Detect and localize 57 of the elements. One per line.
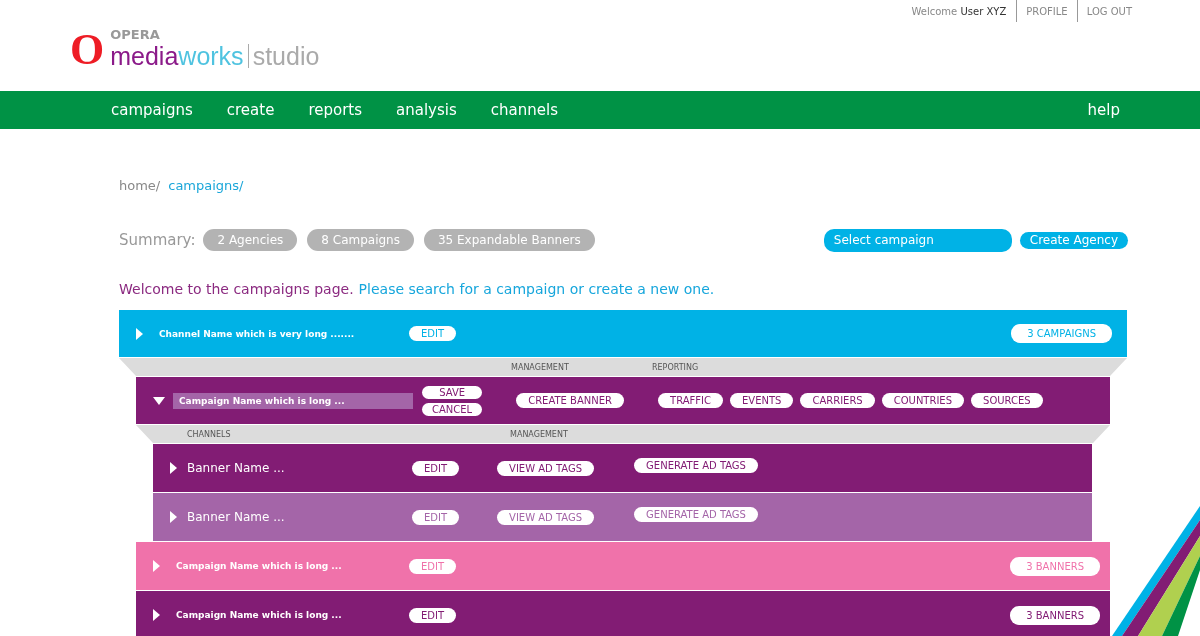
summary-badge: 8 Campaigns [307,229,414,251]
save-button[interactable]: SAVE [422,385,483,399]
create-agency-button[interactable]: Create Agency [1019,231,1128,249]
campaign-name-field[interactable]: Campaign Name which is long ... [173,392,413,409]
generate-ad-tags-button[interactable]: GENERATE AD TAGS [634,506,758,522]
report-button[interactable]: TRAFFIC [658,393,723,408]
column-header: MANAGEMENT [510,430,568,439]
user-menu-link[interactable]: PROFILE [1016,0,1077,22]
welcome-text: Welcome User XYZ [910,5,1008,19]
welcome-message: Welcome to the campaigns page. Please search for a campaign or create a new one. [119,281,716,299]
nav-link[interactable]: reports [308,101,363,119]
report-button[interactable]: SOURCES [971,393,1043,408]
nav-link[interactable]: create [226,101,275,119]
help-link[interactable]: help [1087,101,1120,119]
logo-text: studio [252,42,320,70]
caret-down-icon[interactable] [153,396,165,405]
nav-link[interactable]: campaigns [111,101,193,119]
nav-link[interactable]: analysis [396,101,457,119]
summary-badge: 35 Expandable Banners [423,229,595,251]
logo-mark: O [70,30,105,70]
banner-name: Banner Name ... [187,461,286,475]
breadcrumb-link[interactable]: campaigns/ [168,178,244,196]
summary-badge: 2 Agencies [203,229,298,251]
cancel-button[interactable]: CANCEL [422,402,483,416]
edit-button[interactable]: EDIT [412,460,460,476]
edit-button[interactable]: EDIT [412,509,460,525]
column-header: CHANNELS [187,430,231,439]
report-button[interactable]: CARRIERS [800,393,875,408]
caret-right-icon[interactable] [153,609,160,621]
campaign-name: Campaign Name which is long ... [176,610,343,620]
user-menu-link[interactable]: LOG OUT [1076,0,1141,22]
edit-button[interactable]: EDIT [409,326,457,341]
report-button[interactable]: EVENTS [730,393,794,408]
report-button[interactable]: COUNTRIES [881,393,965,408]
logo-text: media [110,42,179,70]
banner-name: Banner Name ... [187,510,286,524]
column-header: MANAGEMENT [511,363,569,372]
management-button[interactable]: CREATE BANNER [516,393,625,408]
channel-name: Channel Name which is very long ....... [159,328,356,339]
campaign-search-field[interactable]: Select campaign [823,228,1012,252]
summary-label: Summary: [119,231,196,249]
campaign-count-button[interactable]: 3 CAMPAIGNS [1011,324,1112,343]
campaign-name: Campaign Name which is long ... [176,561,343,571]
caret-right-icon[interactable] [170,511,177,523]
logo-text: works [178,42,244,70]
column-header: REPORTING [652,363,699,372]
edit-button[interactable]: EDIT [409,607,457,623]
view-ad-tags-button[interactable]: VIEW AD TAGS [497,509,595,525]
edit-button[interactable]: EDIT [409,558,457,574]
banner-count-button[interactable]: 3 BANNERS [1010,605,1100,625]
logo-text: OPERA [110,28,161,42]
breadcrumb-link[interactable]: home/ [119,178,161,196]
nav-link[interactable]: channels [490,101,558,119]
generate-ad-tags-button[interactable]: GENERATE AD TAGS [634,457,758,473]
banner-count-button[interactable]: 3 BANNERS [1010,556,1100,576]
view-ad-tags-button[interactable]: VIEW AD TAGS [497,460,595,476]
caret-right-icon[interactable] [170,462,177,474]
